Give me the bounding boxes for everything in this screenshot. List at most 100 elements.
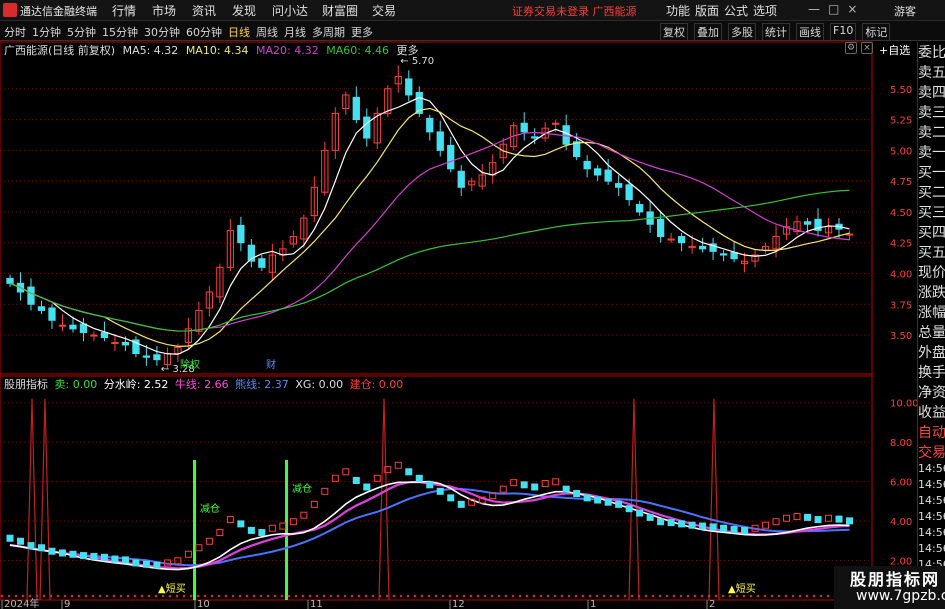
signal-spike xyxy=(378,398,390,601)
indicator-block xyxy=(730,526,738,534)
volume-dot xyxy=(651,594,655,598)
volume-dot xyxy=(490,594,494,598)
more-label[interactable]: 更多 xyxy=(396,44,418,57)
volume-dot xyxy=(91,594,95,598)
candle-body xyxy=(531,136,539,139)
volume-dot xyxy=(224,594,228,598)
indicator-block xyxy=(132,559,140,567)
indicator-block xyxy=(331,474,339,482)
indicator-block xyxy=(604,498,612,506)
x-axis-label: 9 xyxy=(64,599,70,609)
volume-dot xyxy=(196,594,200,598)
volume-dot xyxy=(413,594,417,598)
volume-dot xyxy=(721,594,725,598)
volume-dot xyxy=(210,594,214,598)
volume-dot xyxy=(56,594,60,598)
indicator-block xyxy=(541,480,549,488)
volume-dot xyxy=(567,594,571,598)
volume-dot xyxy=(497,594,501,598)
order-book-label: 换手 xyxy=(918,365,945,381)
volume-dot xyxy=(154,594,158,598)
volume-dot xyxy=(133,594,137,598)
indicator-block xyxy=(583,494,591,502)
watermark-title: 股朋指标网 xyxy=(834,566,945,589)
indicator-block xyxy=(394,461,402,469)
order-book-label: 收益 xyxy=(918,405,945,421)
indicator-block xyxy=(352,476,360,484)
indicator-block xyxy=(762,521,770,529)
indicator-block xyxy=(772,518,780,526)
volume-dot xyxy=(287,594,291,598)
indicator-block xyxy=(636,509,644,517)
volume-dot xyxy=(581,594,585,598)
settings-icon[interactable]: ⚙ xyxy=(845,42,857,54)
order-book-label: 14:56 xyxy=(918,542,945,555)
volume-dot xyxy=(252,594,256,598)
candle-body xyxy=(79,323,88,334)
volume-dot xyxy=(665,594,669,598)
x-axis-label: 1 xyxy=(590,599,596,609)
volume-dot xyxy=(7,594,11,598)
candle-body xyxy=(520,122,528,133)
candle-body xyxy=(363,116,371,139)
order-book-label: 14:56 xyxy=(918,526,945,539)
volume-dot xyxy=(35,594,39,598)
candle-body xyxy=(6,277,14,284)
volume-dot xyxy=(560,594,564,598)
indicator-block xyxy=(457,500,465,508)
candle-body xyxy=(562,125,570,145)
candle-body xyxy=(58,324,67,327)
stock-name[interactable]: 广西能源(日线 前复权) xyxy=(4,44,115,57)
indicator-block xyxy=(825,514,833,522)
indicator-block xyxy=(121,556,129,564)
indicator-name[interactable]: 股朋指标 xyxy=(4,378,48,391)
indicator-block xyxy=(415,474,423,482)
indicator-block xyxy=(510,479,518,487)
reduce-signal-label: 减仓 xyxy=(200,502,220,515)
volume-dot xyxy=(70,594,74,598)
main-tick-label: 4.75 xyxy=(890,177,912,188)
chart-svg[interactable]: 5.505.255.004.754.504.254.003.753.50← 5.… xyxy=(0,0,945,609)
reduce-signal-bar xyxy=(193,460,196,600)
volume-dot xyxy=(189,594,193,598)
indicator-block xyxy=(793,513,801,521)
indicator-block xyxy=(783,514,791,522)
volume-dot xyxy=(819,594,823,598)
sub-chart-header: 股朋指标 卖: 0.00 分水岭: 2.52 牛线: 2.66 熊线: 2.37… xyxy=(4,376,406,392)
order-book-label: 净资 xyxy=(918,385,945,401)
volume-dot xyxy=(448,594,452,598)
indicator-block xyxy=(300,511,308,519)
volume-dot xyxy=(343,594,347,598)
volume-dot xyxy=(420,594,424,598)
close-icon[interactable]: × xyxy=(861,42,873,54)
volume-dot xyxy=(399,594,403,598)
sub-panel-frame xyxy=(0,373,873,601)
volume-dot xyxy=(462,594,466,598)
volume-dot xyxy=(49,594,53,598)
order-book-label: 买一 xyxy=(918,165,945,181)
volume-dot xyxy=(273,594,277,598)
volume-dot xyxy=(406,594,410,598)
order-book-label: 买三 xyxy=(918,205,945,221)
volume-dot xyxy=(105,594,109,598)
volume-dot xyxy=(637,594,641,598)
volume-dot xyxy=(574,594,578,598)
indicator-block xyxy=(667,519,675,527)
x-axis-label: 10 xyxy=(197,599,210,609)
volume-dot xyxy=(392,594,396,598)
volume-dot xyxy=(693,594,697,598)
indicator-block xyxy=(594,496,602,504)
candle-body xyxy=(698,245,707,250)
volume-dot xyxy=(112,594,116,598)
volume-dot xyxy=(77,594,81,598)
volume-dot xyxy=(595,594,599,598)
volume-dot xyxy=(21,594,25,598)
volume-dot xyxy=(539,594,543,598)
volume-dot xyxy=(686,594,690,598)
volume-dot xyxy=(28,594,32,598)
candle-body xyxy=(90,334,98,337)
indicator-block xyxy=(111,555,119,563)
order-book-label: 买四 xyxy=(918,225,945,241)
volume-dot xyxy=(616,594,620,598)
volume-dot xyxy=(259,594,263,598)
